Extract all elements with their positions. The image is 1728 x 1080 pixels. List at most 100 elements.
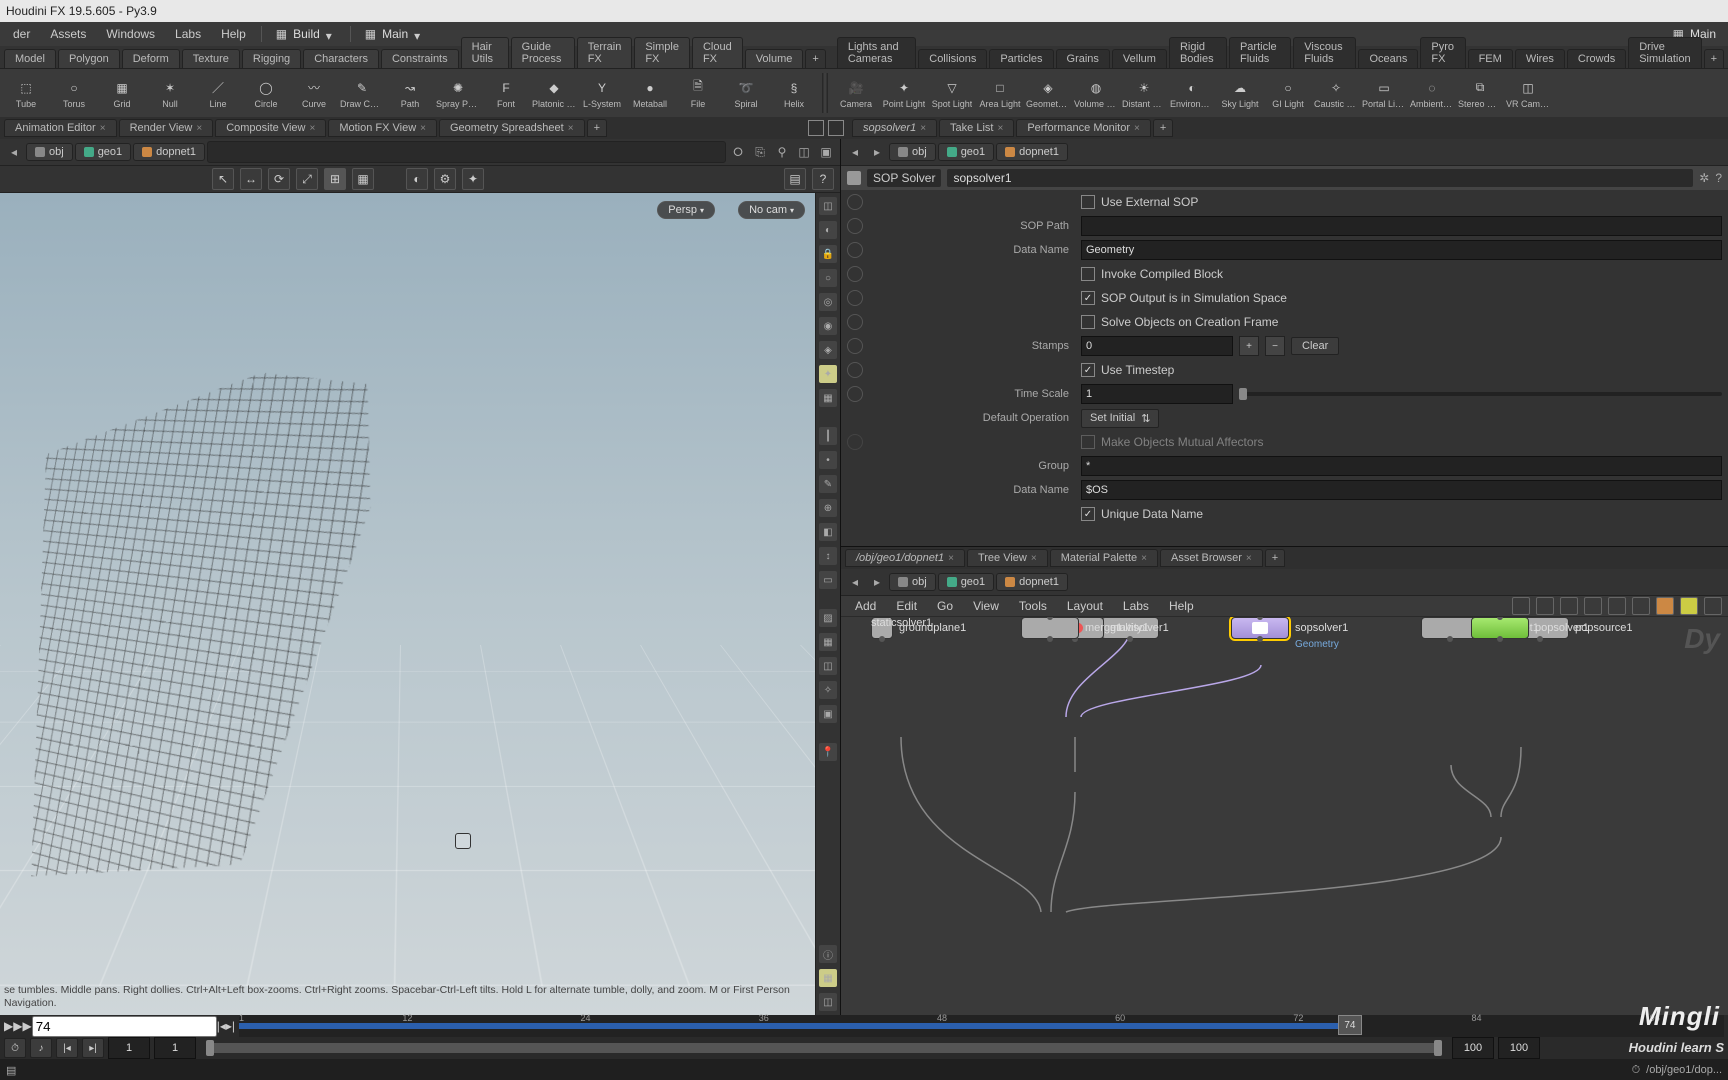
path-chip-geo[interactable]: geo1 [75,143,131,161]
display-tool-icon[interactable]: ⚙ [434,168,456,190]
data-name-field[interactable] [1081,240,1722,260]
shelf-tool[interactable]: ○GI Light [1266,71,1310,115]
menu-item[interactable]: Help [212,24,255,44]
display-option-icon[interactable]: • [819,451,837,469]
close-icon[interactable]: × [1246,553,1252,564]
snap-tool-icon[interactable]: ⊞ [324,168,346,190]
clear-button[interactable]: Clear [1291,337,1339,355]
audio-button[interactable]: ♪ [30,1038,52,1058]
help-icon[interactable]: ? [812,168,834,190]
render-icon[interactable]: ▤ [784,168,806,190]
shelf-tab[interactable]: Constraints [381,49,459,68]
net-menu-item[interactable]: Layout [1059,597,1111,615]
pane-tab[interactable]: Animation Editor× [4,119,117,137]
net-tool-icon[interactable] [1512,597,1530,615]
shelf-tab-add[interactable]: + [805,49,825,68]
pane-tab[interactable]: Render View× [119,119,214,137]
shelf-tab[interactable]: Wires [1515,49,1565,68]
net-tool-icon[interactable] [1608,597,1626,615]
close-icon[interactable]: × [1134,123,1140,134]
shelf-tab[interactable]: Particle Fluids [1229,37,1291,68]
shelf-tab[interactable]: Terrain FX [577,37,633,68]
display-option-icon[interactable]: ▦ [819,969,837,987]
shelf-tab[interactable]: Characters [303,49,379,68]
back-icon[interactable]: ◂ [845,572,865,592]
link-icon[interactable]: ⎘ [750,142,770,162]
shelf-tab[interactable]: Deform [122,49,180,68]
net-tool-icon[interactable] [1560,597,1578,615]
display-option-icon[interactable]: ┃ [819,427,837,445]
spin-down-icon[interactable]: − [1265,336,1285,356]
shelf-tab[interactable]: Simple FX [634,37,690,68]
stamps-field[interactable] [1081,336,1233,356]
path-chip-dop[interactable]: dopnet1 [133,143,205,161]
shelf-tool[interactable]: YL-System [580,71,624,115]
anim-knob[interactable] [847,290,863,306]
checkbox[interactable] [1081,315,1095,329]
shelf-tab[interactable]: Pyro FX [1420,37,1465,68]
shelf-tool[interactable]: ✺Spray Paint [436,71,480,115]
shelf-tool[interactable]: ◐Environment Light [1170,71,1214,115]
shelf-tab[interactable]: Viscous Fluids [1293,37,1356,68]
step-fwd-button[interactable]: ▸| [226,1019,235,1033]
close-icon[interactable]: × [100,123,106,134]
play-button[interactable]: ▶ [4,1019,13,1033]
pane-tab[interactable]: Geometry Spreadsheet× [439,119,585,137]
anim-knob[interactable] [847,194,863,210]
realtime-button[interactable]: ⏱ [4,1038,26,1058]
shelf-tab[interactable]: Lights and Cameras [837,37,916,68]
display-option-icon[interactable]: ◎ [819,293,837,311]
checkbox[interactable] [1081,267,1095,281]
time-scale-slider[interactable] [1239,392,1722,396]
close-icon[interactable]: × [948,553,954,564]
node-name-field[interactable]: sopsolver1 [947,169,1693,187]
net-menu-item[interactable]: Tools [1011,597,1055,615]
path-chip-dop[interactable]: dopnet1 [996,573,1068,591]
checkbox[interactable] [1081,195,1095,209]
shelf-tab[interactable]: FEM [1468,49,1513,68]
pane-max-icon[interactable] [808,120,824,136]
shelf-tab[interactable]: Crowds [1567,49,1626,68]
display-option-icon[interactable]: ▨ [819,609,837,627]
pane-tab[interactable]: Composite View× [215,119,326,137]
maximize-icon[interactable]: ▣ [816,142,836,162]
checkbox[interactable] [1081,507,1095,521]
pane-tab[interactable]: Tree View× [967,549,1048,567]
move-tool-icon[interactable]: ↔ [240,168,262,190]
net-menu-item[interactable]: Add [847,597,884,615]
path-chip-obj[interactable]: obj [889,143,936,161]
shelf-tab[interactable]: Grains [1056,49,1110,68]
shelf-tab[interactable]: Hair Utils [461,37,509,68]
scale-tool-icon[interactable]: ⤢ [296,168,318,190]
shelf-tool[interactable]: ✦Point Light [882,71,926,115]
shelf-tool[interactable]: ➰Spiral [724,71,768,115]
pane-tab[interactable]: Motion FX View× [328,119,437,137]
range-slider[interactable] [206,1043,1442,1053]
pane-tab-add[interactable]: + [1153,119,1173,137]
fwd-icon[interactable]: ▸ [867,572,887,592]
shelf-tab[interactable]: Rigging [242,49,301,68]
display-option-icon[interactable]: ▦ [819,389,837,407]
step-back-button[interactable]: |◂ [217,1019,226,1033]
shelf-tool[interactable]: ⬚Tube [4,71,48,115]
anim-knob[interactable] [847,218,863,234]
shelf-tool[interactable]: ☀Distant Light [1122,71,1166,115]
range-end2-field[interactable] [1498,1037,1540,1059]
timeline-handle[interactable]: 74 [1338,1015,1362,1035]
net-menu-item[interactable]: Go [929,597,961,615]
scene-viewport[interactable]: Persp▾ No cam▾ se tumbles. Middle pans. … [0,193,815,1015]
close-icon[interactable]: × [1141,553,1147,564]
shelf-tool[interactable]: ✎Draw Curve [340,71,384,115]
net-menu-item[interactable]: Help [1161,597,1202,615]
pane-tab[interactable]: Performance Monitor× [1016,119,1151,137]
shelf-tool[interactable]: ●Metaball [628,71,672,115]
close-icon[interactable]: × [568,123,574,134]
net-menu-item[interactable]: Edit [888,597,925,615]
anim-knob[interactable] [847,338,863,354]
rotate-tool-icon[interactable]: ⟳ [268,168,290,190]
display-option-icon[interactable]: ✦ [819,365,837,383]
time-scale-field[interactable] [1081,384,1233,404]
group-field[interactable] [1081,456,1722,476]
desktop-selector[interactable]: ▦ Build ▾ [268,27,344,41]
back-icon[interactable]: ◂ [845,142,865,162]
